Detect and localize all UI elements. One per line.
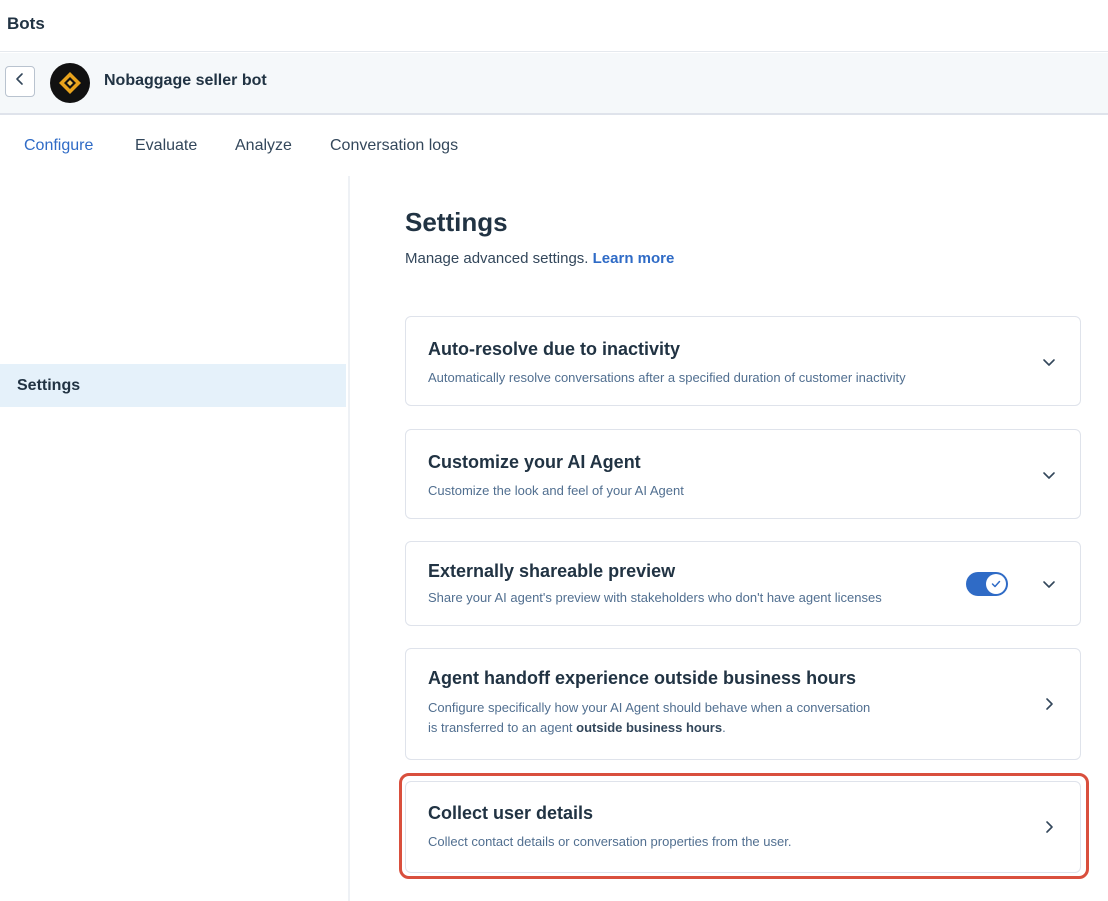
bot-logo-icon [59,72,81,94]
card-description: Collect contact details or conversation … [428,834,792,849]
shareable-preview-card[interactable]: Externally shareable preview Share your … [405,541,1081,626]
description-line-1: Configure specifically how your AI Agent… [428,700,871,715]
settings-panel: Settings Manage advanced settings. Learn… [350,176,1108,901]
preview-toggle[interactable] [966,572,1008,596]
back-button[interactable] [5,66,35,97]
card-title: Agent handoff experience outside busines… [428,668,857,688]
collect-user-details-card[interactable]: Collect user details Collect contact det… [405,781,1081,873]
tab-evaluate[interactable]: Evaluate [135,137,197,155]
bot-name: Nobaggage seller bot [104,72,267,89]
description-line-2-suffix: . [722,720,726,735]
chevron-left-icon [15,72,25,91]
learn-more-link[interactable]: Learn more [593,250,675,267]
card-description: Automatically resolve conversations afte… [428,370,906,385]
chevron-down-icon[interactable] [1040,353,1058,371]
chevron-right-icon[interactable] [1040,818,1058,836]
subtitle-text: Manage advanced settings. [405,250,589,267]
card-title: Customize your AI Agent [428,452,641,472]
page-title: Settings [405,207,508,237]
chevron-right-icon[interactable] [1040,695,1058,713]
description-bold: outside business hours [576,720,723,735]
page-header-title: Bots [7,14,45,33]
auto-resolve-card[interactable]: Auto-resolve due to inactivity Automatic… [405,316,1081,406]
card-description: Configure specifically how your AI Agent… [428,698,870,738]
sidebar-item-settings[interactable]: Settings [0,364,346,407]
toggle-knob [986,574,1006,594]
tab-configure[interactable]: Configure [24,137,93,155]
card-description: Customize the look and feel of your AI A… [428,483,684,498]
customize-agent-card[interactable]: Customize your AI Agent Customize the lo… [405,429,1081,519]
bot-avatar [50,63,90,103]
tab-analyze[interactable]: Analyze [235,137,292,155]
bot-header: Nobaggage seller bot [0,53,1108,115]
chevron-down-icon[interactable] [1040,575,1058,593]
tab-bar: Configure Evaluate Analyze Conversation … [0,116,1108,176]
tab-conversation-logs[interactable]: Conversation logs [330,137,458,155]
check-icon [991,580,1001,588]
sidebar: Settings [0,176,348,901]
description-line-2-prefix: is transferred to an agent [428,720,573,735]
page-subtitle: Manage advanced settings. Learn more [405,250,674,267]
card-title: Externally shareable preview [428,561,676,581]
card-title: Collect user details [428,803,594,823]
card-title: Auto-resolve due to inactivity [428,339,681,359]
top-bar: Bots [0,0,1108,52]
card-description: Share your AI agent's preview with stake… [428,590,882,605]
chevron-down-icon[interactable] [1040,466,1058,484]
agent-handoff-card[interactable]: Agent handoff experience outside busines… [405,648,1081,760]
